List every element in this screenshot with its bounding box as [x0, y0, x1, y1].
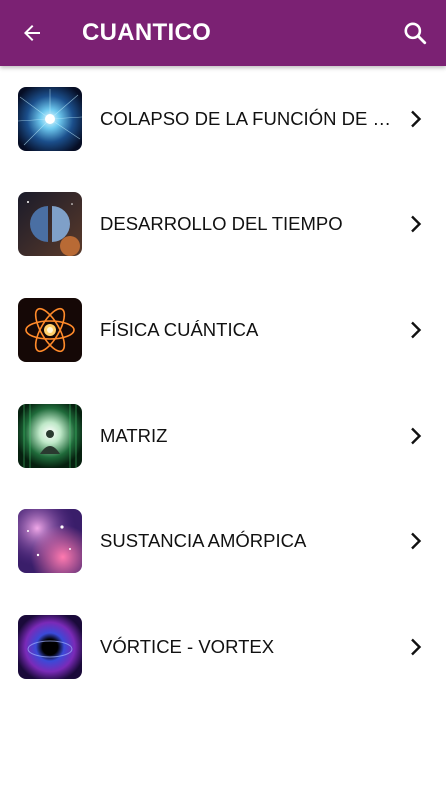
search-icon — [404, 22, 427, 45]
chevron-right-icon — [408, 214, 424, 234]
chevron-right-icon — [408, 109, 424, 129]
chevron-right-icon — [408, 320, 424, 340]
chevron-right-icon — [408, 531, 424, 551]
list-item-matriz[interactable]: MATRIZ — [0, 383, 446, 489]
meditating-figure-matrix-image — [18, 403, 82, 468]
chevron-right-icon — [408, 637, 424, 657]
arrow-left-icon — [24, 25, 40, 41]
list-item-label: DESARROLLO DEL TIEMPO — [100, 213, 343, 235]
list-item-label: MATRIZ — [100, 424, 168, 446]
list-item-vortice[interactable]: VÓRTICE - VORTEX — [0, 594, 446, 700]
list-item-fisica[interactable]: FÍSICA CUÁNTICA — [0, 277, 446, 383]
chevron-right-icon — [408, 426, 424, 446]
topic-list: COLAPSO DE LA FUNCIÓN DE ONDA DESARROLLO… — [0, 66, 446, 700]
list-item-colapso[interactable]: COLAPSO DE LA FUNCIÓN DE ONDA — [0, 66, 446, 172]
list-item-label: SUSTANCIA AMÓRPICA — [100, 530, 307, 552]
particle-burst-image — [18, 86, 82, 151]
split-planet-image — [18, 192, 82, 257]
black-hole-vortex-image — [18, 614, 82, 679]
search-button[interactable] — [400, 18, 430, 48]
nebula-image — [18, 509, 82, 574]
page-title: CUANTICO — [82, 19, 212, 46]
app-bar: CUANTICO — [0, 0, 446, 66]
atom-image — [18, 297, 82, 362]
list-item-label: VÓRTICE - VORTEX — [100, 635, 275, 657]
list-item-sustancia[interactable]: SUSTANCIA AMÓRPICA — [0, 488, 446, 594]
back-button[interactable] — [17, 18, 47, 48]
list-item-desarrollo[interactable]: DESARROLLO DEL TIEMPO — [0, 172, 446, 278]
list-item-label: FÍSICA CUÁNTICA — [100, 318, 259, 340]
list-item-label: COLAPSO DE LA FUNCIÓN DE ONDA — [100, 107, 398, 129]
